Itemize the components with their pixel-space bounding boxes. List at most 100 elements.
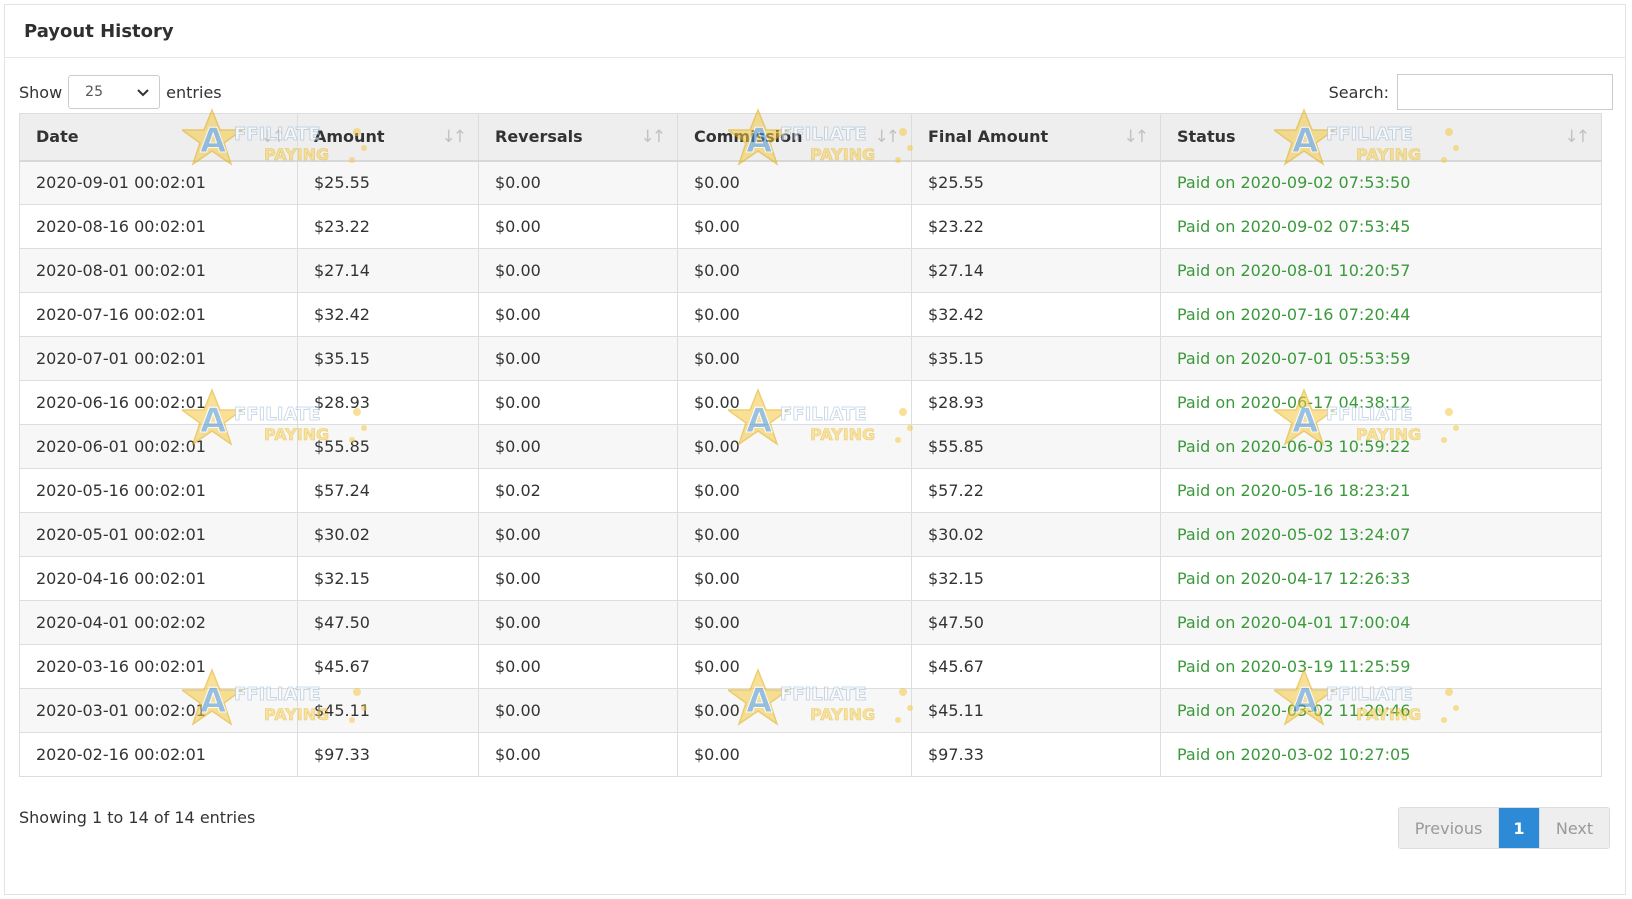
cell-final-amount: $30.02 (911, 512, 1161, 557)
search-label: Search: (1328, 82, 1389, 102)
cell-status: Paid on 2020-05-16 18:23:21 (1160, 468, 1602, 513)
cell-final-amount: $45.67 (911, 644, 1161, 689)
cell-amount: $30.02 (297, 512, 479, 557)
cell-amount: $32.42 (297, 292, 479, 337)
cell-reversals: $0.00 (478, 732, 678, 777)
cell-commission: $0.00 (677, 556, 912, 601)
table-row: 2020-05-01 00:02:01 $30.02 $0.00 $0.00 $30.0… (19, 512, 1602, 557)
cell-amount: $32.15 (297, 556, 479, 601)
cell-commission: $0.00 (677, 204, 912, 249)
cell-status: Paid on 2020-06-17 04:38:12 (1160, 380, 1602, 425)
cell-date: 2020-07-01 00:02:01 (19, 336, 298, 381)
cell-commission: $0.00 (677, 512, 912, 557)
cell-amount: $35.15 (297, 336, 479, 381)
search-input[interactable] (1397, 74, 1613, 110)
show-label: Show (19, 82, 63, 102)
cell-status: Paid on 2020-04-17 12:26:33 (1160, 556, 1602, 601)
cell-final-amount: $32.15 (911, 556, 1161, 601)
column-header-commission[interactable]: Commission ↓↑ (677, 113, 912, 162)
cell-commission: $0.00 (677, 732, 912, 777)
cell-reversals: $0.00 (478, 292, 678, 337)
column-header-final-amount[interactable]: Final Amount ↓↑ (911, 113, 1161, 162)
cell-status: Paid on 2020-06-03 10:59:22 (1160, 424, 1602, 469)
payout-table: Date ↓↑ Amount ↓↑ Reversals ↓↑ Commission ↓↑… (19, 113, 1602, 777)
cell-final-amount: $27.14 (911, 248, 1161, 293)
cell-commission: $0.00 (677, 688, 912, 733)
cell-status: Paid on 2020-05-02 13:24:07 (1160, 512, 1602, 557)
cell-commission: $0.00 (677, 644, 912, 689)
cell-date: 2020-08-16 00:02:01 (19, 204, 298, 249)
cell-date: 2020-06-16 00:02:01 (19, 380, 298, 425)
cell-date: 2020-04-16 00:02:01 (19, 556, 298, 601)
panel-header: Payout History (5, 5, 1625, 58)
table-row: 2020-07-16 00:02:01 $32.42 $0.00 $0.00 $32.4… (19, 292, 1602, 337)
cell-final-amount: $32.42 (911, 292, 1161, 337)
cell-status: Paid on 2020-08-01 10:20:57 (1160, 248, 1602, 293)
pagination: Previous 1 Next (1398, 807, 1610, 849)
cell-final-amount: $28.93 (911, 380, 1161, 425)
column-header-status[interactable]: Status ↓↑ (1160, 113, 1602, 162)
cell-status: Paid on 2020-03-02 11:20:46 (1160, 688, 1602, 733)
cell-amount: $23.22 (297, 204, 479, 249)
cell-date: 2020-08-01 00:02:01 (19, 248, 298, 293)
cell-date: 2020-09-01 00:02:01 (19, 160, 298, 205)
cell-final-amount: $45.11 (911, 688, 1161, 733)
table-row: 2020-09-01 00:02:01 $25.55 $0.00 $0.00 $25.5… (19, 160, 1602, 205)
cell-reversals: $0.00 (478, 424, 678, 469)
cell-status: Paid on 2020-04-01 17:00:04 (1160, 600, 1602, 645)
cell-final-amount: $23.22 (911, 204, 1161, 249)
cell-reversals: $0.00 (478, 204, 678, 249)
cell-amount: $47.50 (297, 600, 479, 645)
entries-per-page-value: 25 (85, 84, 103, 100)
column-header-amount[interactable]: Amount ↓↑ (297, 113, 479, 162)
column-header-date[interactable]: Date ↓↑ (19, 113, 298, 162)
table-row: 2020-03-16 00:02:01 $45.67 $0.00 $0.00 $45.6… (19, 644, 1602, 689)
search-control: Search: (1329, 74, 1613, 110)
cell-date: 2020-02-16 00:02:01 (19, 732, 298, 777)
page-title: Payout History (24, 20, 174, 42)
sort-icon: ↓↑ (874, 126, 900, 147)
table-row: 2020-03-01 00:02:01 $45.11 $0.00 $0.00 $45.1… (19, 688, 1602, 733)
cell-reversals: $0.00 (478, 380, 678, 425)
cell-amount: $27.14 (297, 248, 479, 293)
cell-commission: $0.00 (677, 248, 912, 293)
sort-icon: ↓↑ (1564, 126, 1590, 147)
cell-reversals: $0.00 (478, 644, 678, 689)
cell-status: Paid on 2020-09-02 07:53:45 (1160, 204, 1602, 249)
cell-reversals: $0.00 (478, 160, 678, 205)
table-header-row: Date ↓↑ Amount ↓↑ Reversals ↓↑ Commission ↓↑… (19, 113, 1602, 162)
chevron-down-icon (137, 89, 149, 97)
cell-reversals: $0.00 (478, 688, 678, 733)
cell-final-amount: $25.55 (911, 160, 1161, 205)
cell-date: 2020-03-16 00:02:01 (19, 644, 298, 689)
cell-final-amount: $55.85 (911, 424, 1161, 469)
cell-date: 2020-07-16 00:02:01 (19, 292, 298, 337)
cell-reversals: $0.00 (478, 336, 678, 381)
page-1-button[interactable]: 1 (1499, 808, 1539, 848)
cell-status: Paid on 2020-03-19 11:25:59 (1160, 644, 1602, 689)
cell-amount: $45.11 (297, 688, 479, 733)
entries-per-page-select[interactable]: 25 (68, 75, 161, 109)
sort-icon: ↓↑ (441, 126, 467, 147)
cell-reversals: $0.00 (478, 248, 678, 293)
table-row: 2020-06-16 00:02:01 $28.93 $0.00 $0.00 $28.9… (19, 380, 1602, 425)
cell-reversals: $0.00 (478, 600, 678, 645)
cell-commission: $0.00 (677, 380, 912, 425)
cell-status: Paid on 2020-09-02 07:53:50 (1160, 160, 1602, 205)
table-row: 2020-08-16 00:02:01 $23.22 $0.00 $0.00 $23.2… (19, 204, 1602, 249)
next-page-button[interactable]: Next (1539, 808, 1609, 848)
cell-date: 2020-04-01 00:02:02 (19, 600, 298, 645)
previous-page-button[interactable]: Previous (1399, 808, 1499, 848)
cell-commission: $0.00 (677, 468, 912, 513)
table-row: 2020-04-01 00:02:02 $47.50 $0.00 $0.00 $47.5… (19, 600, 1602, 645)
cell-date: 2020-05-01 00:02:01 (19, 512, 298, 557)
table-body: 2020-09-01 00:02:01 $25.55 $0.00 $0.00 $25.5… (19, 160, 1602, 777)
sort-icon: ↓↑ (640, 126, 666, 147)
cell-amount: $28.93 (297, 380, 479, 425)
cell-final-amount: $47.50 (911, 600, 1161, 645)
entries-length-control: Show 25 entries (19, 75, 222, 109)
cell-amount: $57.24 (297, 468, 479, 513)
cell-date: 2020-05-16 00:02:01 (19, 468, 298, 513)
column-header-reversals[interactable]: Reversals ↓↑ (478, 113, 678, 162)
cell-status: Paid on 2020-07-01 05:53:59 (1160, 336, 1602, 381)
